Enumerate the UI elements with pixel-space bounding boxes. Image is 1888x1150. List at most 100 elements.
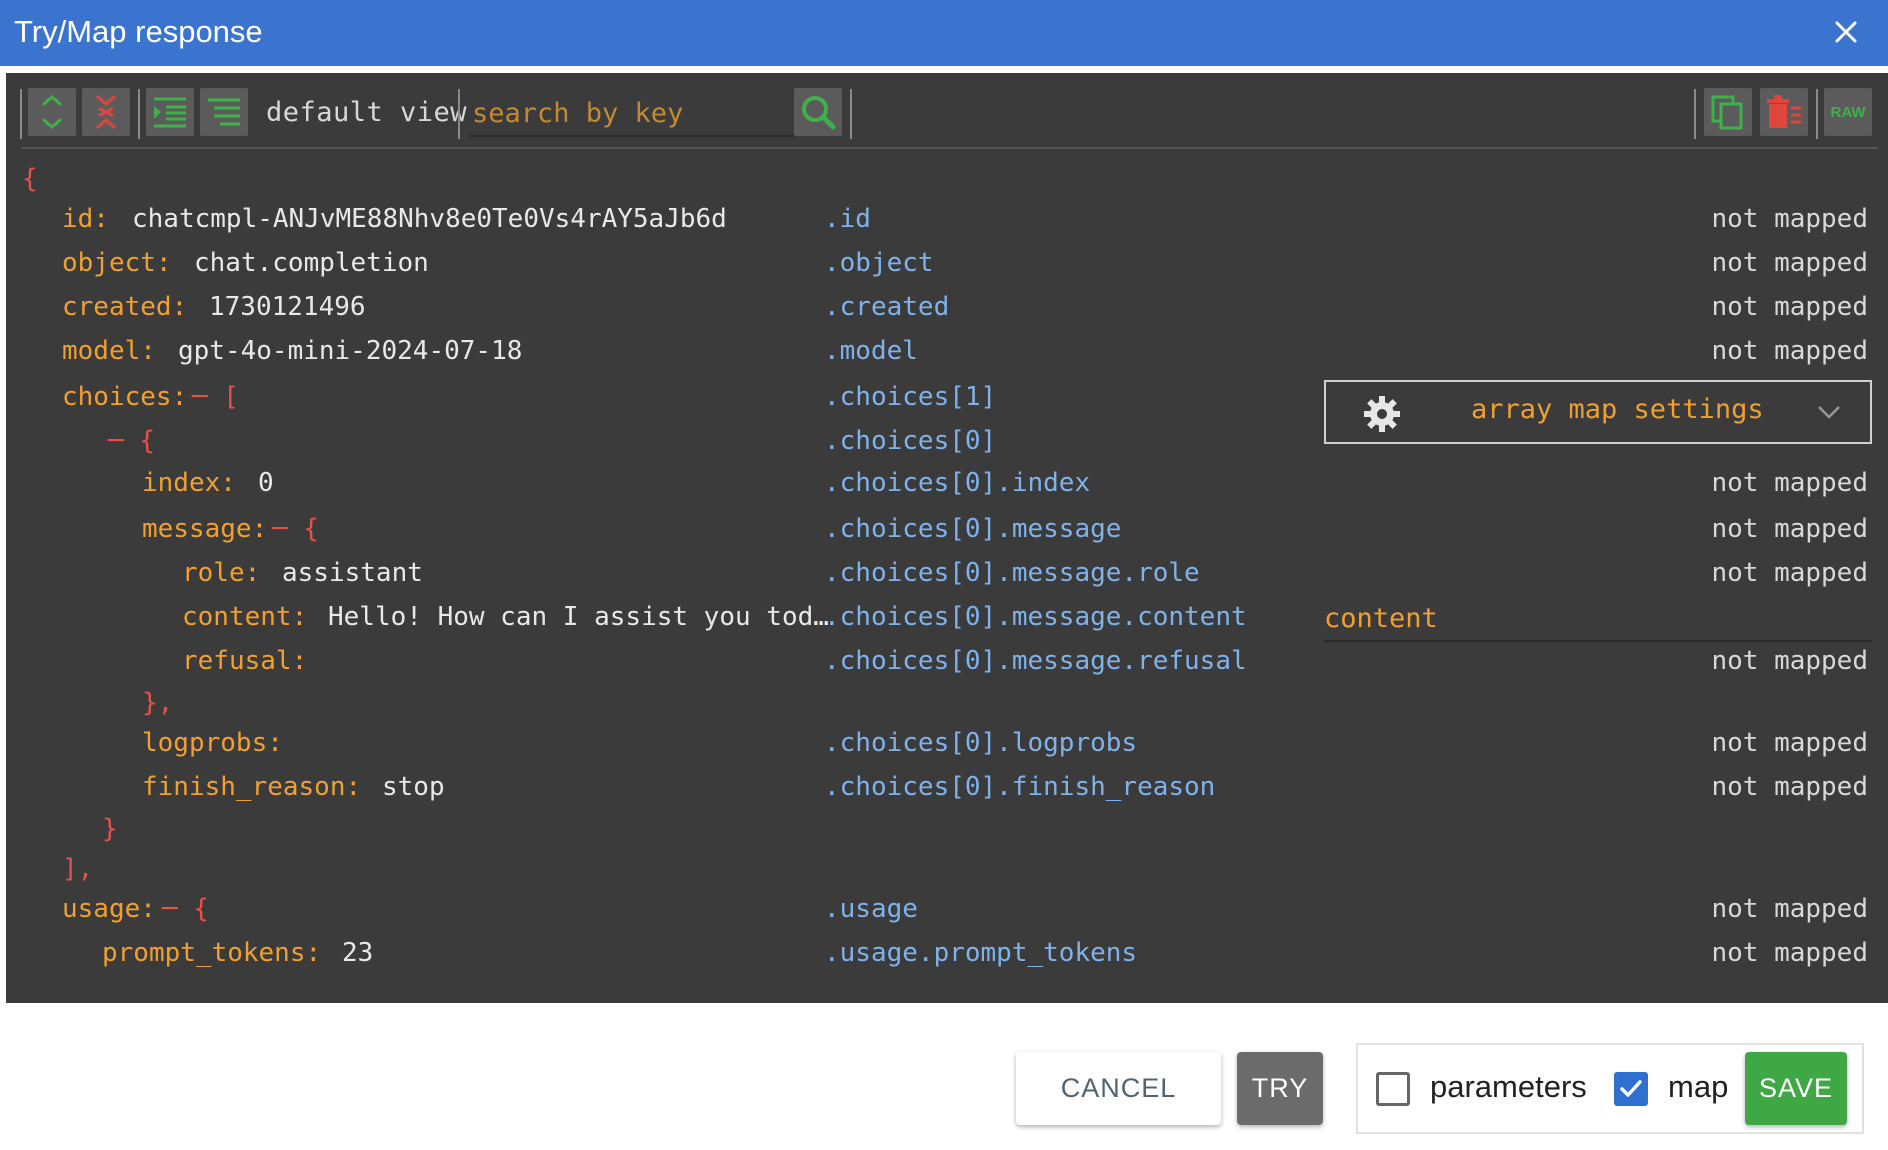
key-label: role: <box>182 558 261 588</box>
json-row-logprobs[interactable]: logprobs: .choices[0].logprobs not mappe… <box>6 725 1888 761</box>
toolbar-separator <box>1694 89 1696 139</box>
json-row-finish-reason[interactable]: finish_reason: stop .choices[0].finish_r… <box>6 769 1888 805</box>
mapping-status[interactable]: not mapped <box>1711 725 1868 761</box>
collapse-toggle[interactable]: ─ [ <box>192 379 239 415</box>
key-label: model: <box>62 336 156 366</box>
json-path[interactable]: .choices[0].logprobs <box>824 725 1137 761</box>
copy-icon <box>1711 95 1743 130</box>
cancel-button[interactable]: CANCEL <box>1016 1052 1221 1125</box>
json-row-id[interactable]: id: chatcmpl-ANJvME88Nhv8e0Te0Vs4rAY5aJb… <box>6 201 1888 237</box>
expand-all-button[interactable] <box>28 88 76 136</box>
raw-button[interactable]: RAW <box>1824 88 1872 136</box>
copy-button[interactable] <box>1704 88 1752 136</box>
mapping-status[interactable]: not mapped <box>1711 935 1868 971</box>
json-row-object[interactable]: object: chat.completion .object not mapp… <box>6 245 1888 281</box>
mapping-status[interactable]: not mapped <box>1711 511 1868 547</box>
toolbar-separator <box>20 89 22 139</box>
value-text: 23 <box>342 938 374 968</box>
json-path[interactable]: .choices[0].message.content <box>824 599 1247 635</box>
json-row-model[interactable]: model: gpt-4o-mini-2024-07-18 .model not… <box>6 333 1888 369</box>
value-text: Hello! How can I assist you tod… <box>328 602 829 632</box>
dialog-title: Try/Map response <box>14 14 263 49</box>
json-row-index[interactable]: index: 0 .choices[0].index not mapped <box>6 465 1888 501</box>
json-path[interactable]: .model <box>824 333 918 369</box>
list-icon <box>208 98 240 126</box>
mapping-status[interactable]: not mapped <box>1711 643 1868 679</box>
key-label: message: <box>142 514 268 544</box>
collapse-toggle[interactable]: ─ { <box>108 423 155 459</box>
collapse-all-button[interactable] <box>82 88 130 136</box>
toolbar-separator <box>1816 89 1818 139</box>
json-path[interactable]: .usage.prompt_tokens <box>824 935 1137 971</box>
mapping-status[interactable]: not mapped <box>1711 555 1868 591</box>
close-icon <box>1835 21 1857 43</box>
key-label: finish_reason: <box>142 772 362 802</box>
save-button[interactable]: SAVE <box>1745 1052 1847 1125</box>
json-row-message[interactable]: message: ─ { .choices[0].message not map… <box>6 511 1888 547</box>
key-label: usage: <box>62 894 156 924</box>
json-path[interactable]: .object <box>824 245 934 281</box>
key-label: prompt_tokens: <box>102 938 322 968</box>
gear-icon <box>1364 396 1400 432</box>
mapping-status[interactable]: not mapped <box>1711 333 1868 369</box>
json-path[interactable]: .choices[0] <box>824 423 996 459</box>
view-mode-label[interactable]: default view <box>266 97 467 128</box>
json-path[interactable]: .choices[1] <box>824 379 996 415</box>
json-path[interactable]: .choices[0].message.refusal <box>824 643 1247 679</box>
map-label: map <box>1668 1069 1729 1104</box>
json-viewer-panel: default view RAW { id: chatcmpl-ANJvME88… <box>6 73 1888 1003</box>
key-label: id: <box>62 204 109 234</box>
search-input[interactable] <box>468 91 796 137</box>
map-checkbox[interactable] <box>1614 1072 1648 1106</box>
value-text: assistant <box>282 558 423 588</box>
json-path[interactable]: .choices[0].index <box>824 465 1090 501</box>
mapping-status[interactable]: not mapped <box>1711 289 1868 325</box>
mapping-status[interactable]: not mapped <box>1711 465 1868 501</box>
list-view-button[interactable] <box>200 88 248 136</box>
chevron-down-icon <box>1818 406 1840 419</box>
mapping-status[interactable]: not mapped <box>1711 245 1868 281</box>
json-path[interactable]: .choices[0].finish_reason <box>824 769 1215 805</box>
json-path[interactable]: .id <box>824 201 871 237</box>
search-button[interactable] <box>794 88 842 136</box>
try-button[interactable]: TRY <box>1237 1052 1323 1125</box>
content-mapping-field[interactable]: content <box>1324 598 1872 642</box>
json-row-refusal[interactable]: refusal: .choices[0].message.refusal not… <box>6 643 1888 679</box>
mapping-status[interactable]: not mapped <box>1711 201 1868 237</box>
indent-icon <box>154 97 186 128</box>
array-map-settings-label: array map settings <box>1471 394 1764 425</box>
json-row-prompt-tokens[interactable]: prompt_tokens: 23 .usage.prompt_tokens n… <box>6 935 1888 971</box>
toolbar-separator <box>138 89 140 139</box>
mapping-status[interactable]: not mapped <box>1711 891 1868 927</box>
json-path[interactable]: .choices[0].message <box>824 511 1121 547</box>
value-text: stop <box>382 772 445 802</box>
close-brace: }, <box>142 688 174 718</box>
search-icon <box>802 96 836 130</box>
parameters-label: parameters <box>1430 1069 1587 1104</box>
toolbar-separator <box>458 89 460 139</box>
json-row-usage[interactable]: usage: ─ { .usage not mapped <box>6 891 1888 927</box>
close-button[interactable] <box>1826 12 1866 52</box>
json-path[interactable]: .choices[0].message.role <box>824 555 1200 591</box>
parameters-checkbox[interactable] <box>1376 1072 1410 1106</box>
indent-button[interactable] <box>146 88 194 136</box>
collapse-icon <box>96 95 116 129</box>
mapping-status[interactable]: not mapped <box>1711 769 1868 805</box>
json-path[interactable]: .usage <box>824 891 918 927</box>
array-map-settings-dropdown[interactable]: array map settings <box>1324 380 1872 444</box>
json-path[interactable]: .created <box>824 289 949 325</box>
value-text: 1730121496 <box>209 292 366 322</box>
collapse-toggle[interactable]: ─ { <box>272 511 319 547</box>
key-label: refusal: <box>182 646 308 676</box>
value-text: gpt-4o-mini-2024-07-18 <box>178 336 523 366</box>
close-bracket: ], <box>62 854 94 884</box>
json-row-role[interactable]: role: assistant .choices[0].message.role… <box>6 555 1888 591</box>
value-text: chat.completion <box>194 248 429 278</box>
delete-button[interactable] <box>1760 88 1808 136</box>
json-row-root: { <box>6 161 1888 197</box>
json-row-choices-close: ], <box>6 851 1888 887</box>
json-row-created[interactable]: created: 1730121496 .created not mapped <box>6 289 1888 325</box>
key-label: logprobs: <box>142 728 283 758</box>
collapse-toggle[interactable]: ─ { <box>162 891 209 927</box>
checkmark-icon <box>1620 1080 1642 1097</box>
